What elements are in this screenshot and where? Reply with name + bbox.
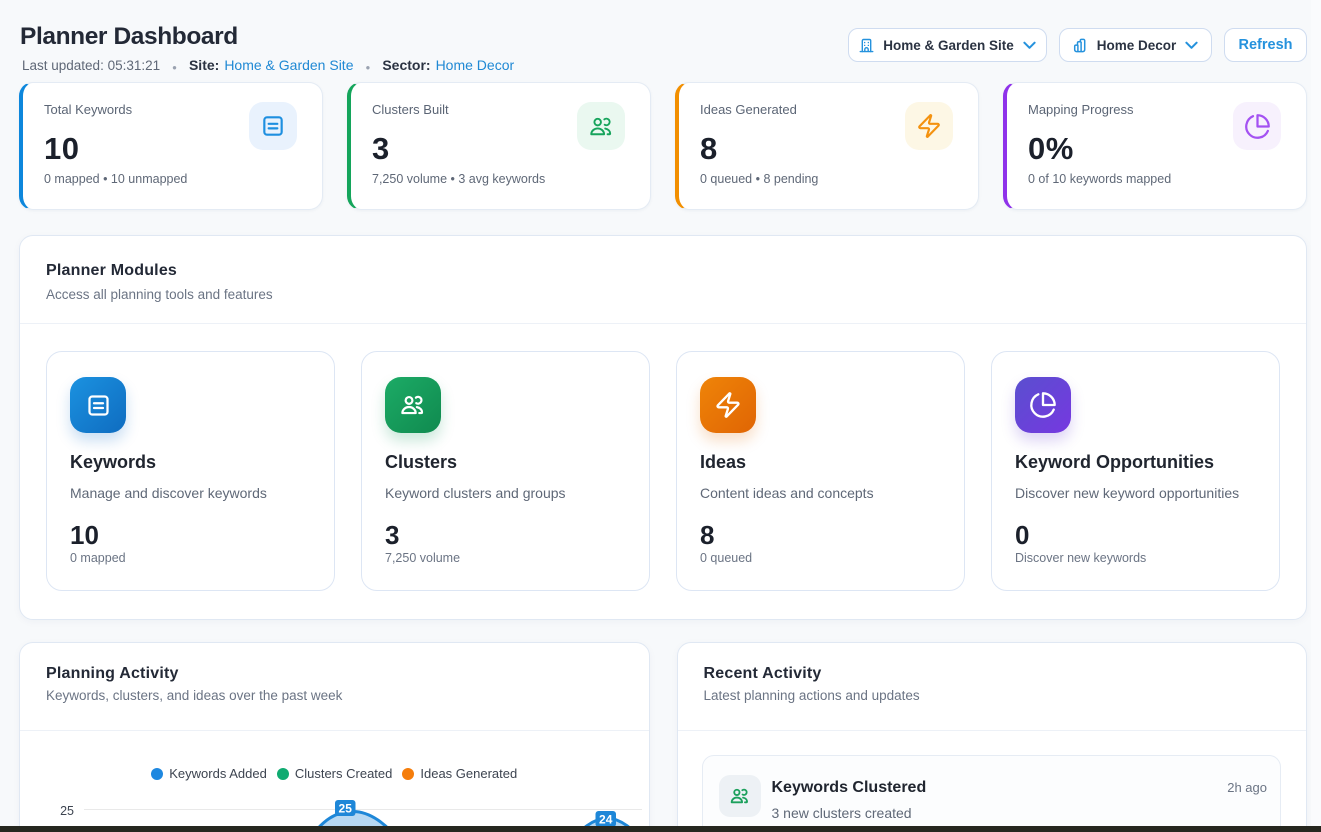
svg-text:24: 24 [599,813,613,827]
svg-text:25: 25 [339,802,353,816]
